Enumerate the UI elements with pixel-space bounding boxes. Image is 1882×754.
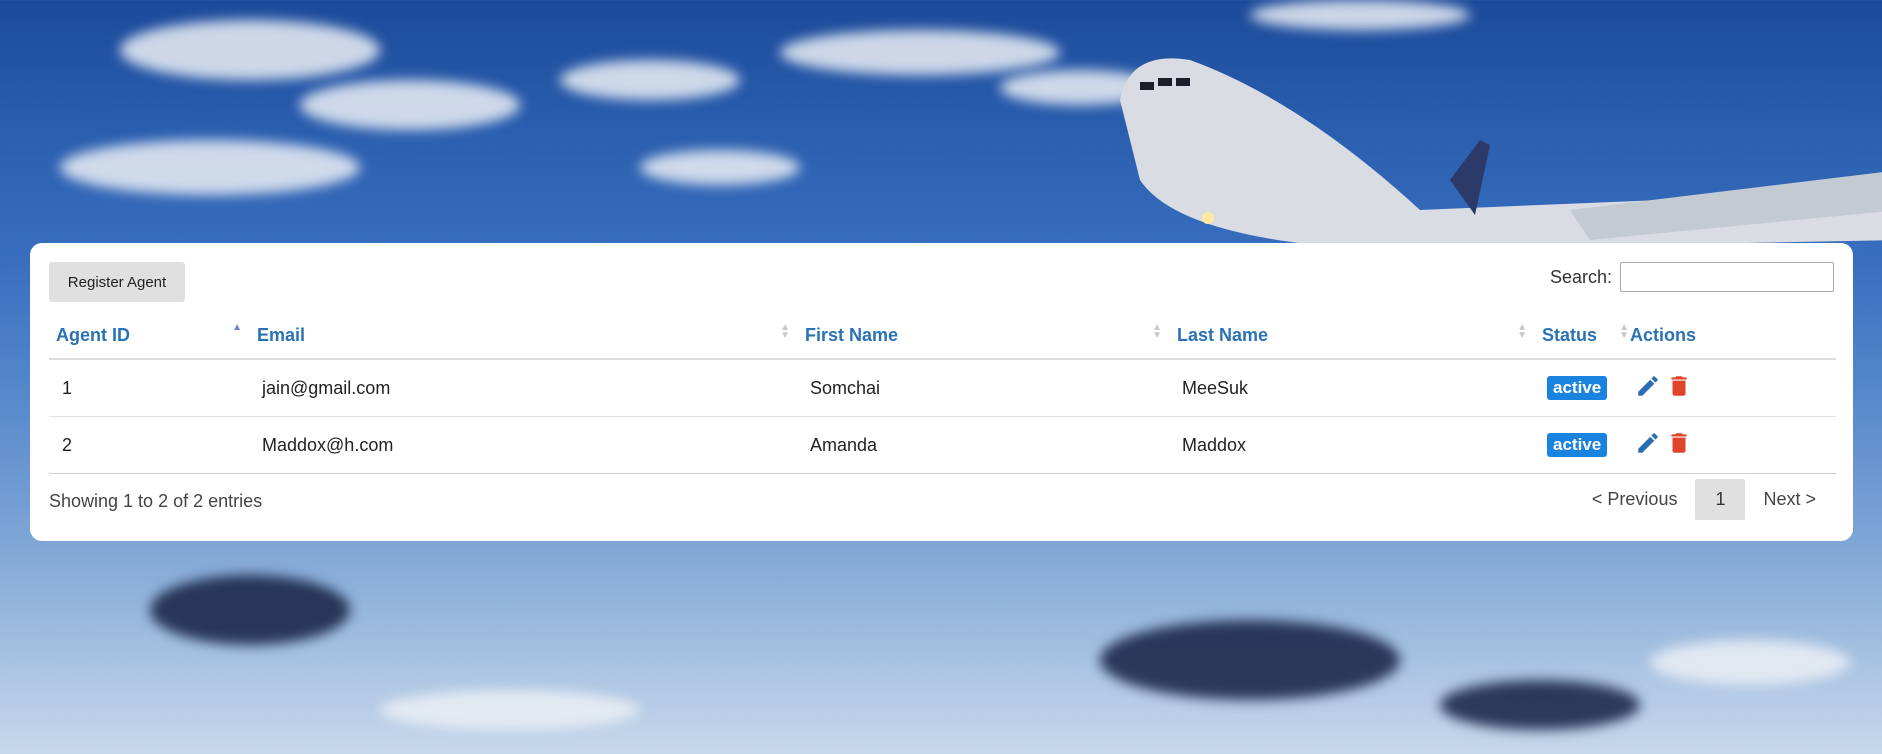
status-cell: active: [1535, 359, 1623, 417]
column-header-status[interactable]: Status ▲ ▼: [1535, 312, 1629, 360]
sort-icon: ▲ ▼: [780, 322, 790, 341]
status-badge: active: [1547, 433, 1608, 457]
search-box: Search:: [1550, 262, 1834, 292]
first-name-cell: Amanda: [798, 416, 1170, 474]
column-header-first-name[interactable]: First Name ▲ ▼: [798, 312, 1170, 360]
sort-ascending-icon: ▲▼: [232, 322, 242, 333]
last-name-cell: MeeSuk: [1170, 359, 1535, 417]
register-agent-button[interactable]: Register Agent: [49, 262, 185, 302]
table-header-row: Agent ID ▲▼ Email ▲▼ First Name ▲▼ Last …: [49, 312, 1836, 360]
status-cell: active: [1535, 416, 1623, 474]
last-name-cell: Maddox: [1170, 416, 1535, 474]
pagination: < Previous 1 Next >: [1574, 479, 1834, 520]
email-cell: Maddox@h.com: [250, 416, 798, 474]
first-name-cell: Somchai: [798, 359, 1170, 417]
column-header-agent-id[interactable]: Agent ID ▲▼: [49, 312, 250, 360]
status-badge: active: [1547, 376, 1608, 400]
sort-icon: ▲ ▼: [1517, 322, 1527, 341]
next-page-button[interactable]: Next >: [1745, 479, 1834, 520]
agents-panel: Register Agent Search: Agent ID ▲▼ Email…: [30, 243, 1853, 541]
agent-id-cell[interactable]: 2: [49, 416, 250, 474]
table-row: 2 Maddox@h.com Amanda Maddox active: [49, 416, 1836, 474]
actions-cell: [1623, 359, 1836, 417]
search-input[interactable]: [1620, 262, 1834, 292]
page-button-current[interactable]: 1: [1695, 479, 1746, 520]
table-row: 1 jain@gmail.com Somchai MeeSuk active: [49, 359, 1836, 417]
trash-icon[interactable]: [1666, 430, 1692, 461]
agent-id-cell[interactable]: 1: [49, 359, 250, 417]
trash-icon[interactable]: [1666, 373, 1692, 404]
column-header-label: Status: [1542, 324, 1598, 345]
column-header-label: Email: [257, 324, 306, 345]
column-header-last-name[interactable]: Last Name ▲ ▼: [1170, 312, 1535, 360]
column-header-email[interactable]: Email ▲ ▼: [250, 312, 798, 360]
previous-page-button[interactable]: < Previous: [1574, 479, 1696, 520]
table-info: Showing 1 to 2 of 2 entries: [49, 491, 263, 511]
column-header-label: First Name: [805, 324, 899, 345]
agents-table: Agent ID ▲▼ Email ▲▼ First Name ▲▼ Last …: [49, 312, 1836, 474]
actions-cell: [1623, 416, 1836, 474]
airplane-image: [1120, 58, 1882, 250]
sort-icon: ▲ ▼: [1152, 322, 1162, 341]
column-header-label: Last Name: [1177, 324, 1269, 345]
column-header-label: Agent ID: [56, 324, 130, 345]
column-header-actions: Actions: [1623, 312, 1836, 360]
column-header-label: Actions: [1630, 324, 1697, 345]
search-label: Search:: [1549, 266, 1612, 287]
email-cell: jain@gmail.com: [250, 359, 798, 417]
pencil-icon[interactable]: [1635, 373, 1661, 404]
pencil-icon[interactable]: [1635, 430, 1661, 461]
